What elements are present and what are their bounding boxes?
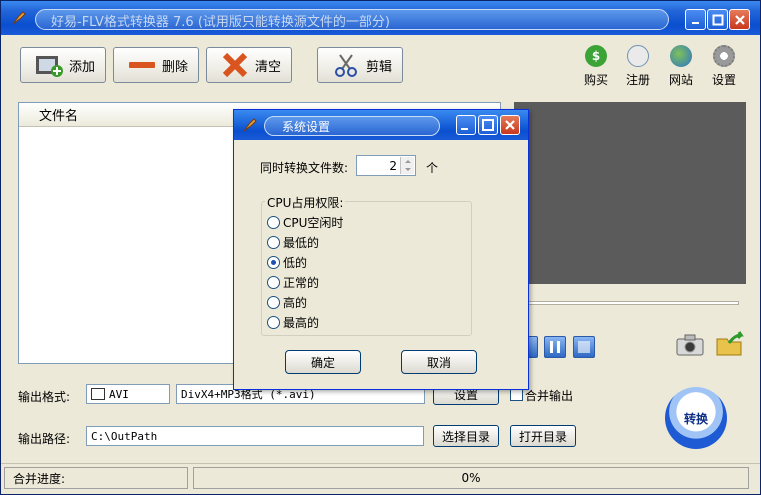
cpu-option-lowest[interactable]: 最低的	[267, 234, 319, 251]
minimize-button[interactable]	[685, 9, 706, 30]
radio-button-selected[interactable]	[267, 256, 280, 269]
dialog-title-bar[interactable]: 系统设置	[234, 110, 528, 140]
radio-label: 高的	[283, 296, 308, 310]
concurrent-label: 同时转换文件数:	[260, 161, 349, 175]
cut-button[interactable]: 剪辑	[317, 47, 403, 83]
cut-label: 剪辑	[366, 59, 393, 75]
app-icon	[11, 10, 27, 26]
merge-label: 合并输出	[525, 389, 574, 403]
add-button[interactable]: 添加	[20, 47, 106, 83]
dollar-icon: $	[585, 45, 607, 67]
progress-percent: 0%	[461, 471, 481, 485]
title-bar[interactable]: 好易-FLV格式转换器 7.6 (试用版只能转换源文件的一部分)	[1, 1, 760, 35]
cpu-option-normal[interactable]: 正常的	[267, 274, 319, 291]
dialog-maximize-button[interactable]	[478, 115, 498, 135]
scissors-icon	[332, 53, 360, 77]
concurrent-value: 2	[389, 158, 397, 173]
camera-icon[interactable]	[676, 334, 704, 356]
system-settings-dialog: 系统设置 同时转换文件数: 2 个 CPU占用权限: CPU空闲时 最低的 低的…	[233, 109, 529, 390]
dialog-close-button[interactable]	[500, 115, 520, 135]
output-path-label: 输出路径:	[18, 432, 71, 446]
radio-button[interactable]	[267, 296, 280, 309]
stop-button[interactable]	[573, 336, 595, 358]
cancel-button[interactable]: 取消	[401, 350, 477, 374]
website-tool[interactable]: 网站	[661, 45, 701, 88]
output-path-value: C:\OutPath	[91, 429, 158, 443]
concurrent-spinner[interactable]: 2	[356, 155, 416, 176]
choose-dir-button[interactable]: 选择目录	[433, 425, 499, 447]
delete-button[interactable]: 删除	[113, 47, 199, 83]
settings-label: 设置	[711, 73, 736, 87]
progress-bar: 0%	[193, 467, 749, 489]
cpu-option-highest[interactable]: 最高的	[267, 314, 319, 331]
avi-icon	[91, 388, 105, 400]
dialog-minimize-button[interactable]	[456, 115, 476, 135]
merge-progress-label: 合并进度:	[13, 471, 66, 486]
dialog-app-icon	[242, 117, 258, 133]
video-preview	[514, 102, 746, 284]
cpu-option-high[interactable]: 高的	[267, 294, 307, 311]
lock-icon	[627, 45, 649, 67]
output-path-input[interactable]: C:\OutPath	[86, 426, 424, 446]
open-dir-button[interactable]: 打开目录	[510, 425, 576, 447]
window-title: 好易-FLV格式转换器 7.6 (试用版只能转换源文件的一部分)	[51, 15, 390, 30]
ok-button[interactable]: 确定	[285, 350, 361, 374]
radio-label: 正常的	[283, 276, 320, 290]
globe-icon	[670, 45, 692, 67]
add-label: 添加	[69, 59, 96, 75]
seek-slider[interactable]	[524, 301, 739, 305]
delete-label: 删除	[162, 59, 189, 75]
convert-label: 转换	[683, 411, 708, 426]
filename-column[interactable]: 文件名	[19, 105, 78, 124]
maximize-button[interactable]	[707, 9, 728, 30]
status-bar: 合并进度: 0%	[1, 463, 760, 494]
radio-button[interactable]	[267, 316, 280, 329]
radio-label: 最高的	[283, 316, 320, 330]
spinner-arrows[interactable]	[400, 157, 414, 174]
radio-label: 低的	[283, 256, 308, 270]
radio-button[interactable]	[267, 236, 280, 249]
register-tool[interactable]: 注册	[618, 45, 658, 88]
buy-tool[interactable]: $ 购买	[576, 45, 616, 88]
register-label: 注册	[625, 73, 650, 87]
convert-button[interactable]: 转换	[665, 387, 727, 449]
cpu-group-title: CPU占用权限:	[265, 194, 346, 211]
unit-label: 个	[426, 161, 439, 175]
buy-label: 购买	[583, 73, 608, 87]
close-button[interactable]	[729, 9, 750, 30]
radio-button[interactable]	[267, 216, 280, 229]
red-x-icon	[221, 53, 249, 77]
radio-label: CPU空闲时	[283, 216, 344, 230]
radio-label: 最低的	[283, 236, 320, 250]
output-format-label: 输出格式:	[18, 390, 71, 404]
cpu-option-low[interactable]: 低的	[267, 254, 307, 271]
minus-icon	[128, 53, 156, 77]
merge-progress-cell: 合并进度:	[4, 467, 188, 489]
clear-label: 清空	[255, 59, 282, 75]
cpu-option-idle[interactable]: CPU空闲时	[267, 214, 343, 231]
dialog-title: 系统设置	[282, 120, 331, 134]
website-label: 网站	[668, 73, 693, 87]
open-folder-icon[interactable]	[715, 331, 745, 357]
film-add-icon	[35, 53, 63, 77]
format-select[interactable]: AVI	[86, 384, 170, 404]
clear-button[interactable]: 清空	[206, 47, 292, 83]
pause-button[interactable]	[544, 336, 566, 358]
radio-button[interactable]	[267, 276, 280, 289]
settings-tool[interactable]: 设置	[704, 45, 744, 88]
format-value: AVI	[109, 387, 129, 401]
gear-icon	[713, 45, 735, 67]
